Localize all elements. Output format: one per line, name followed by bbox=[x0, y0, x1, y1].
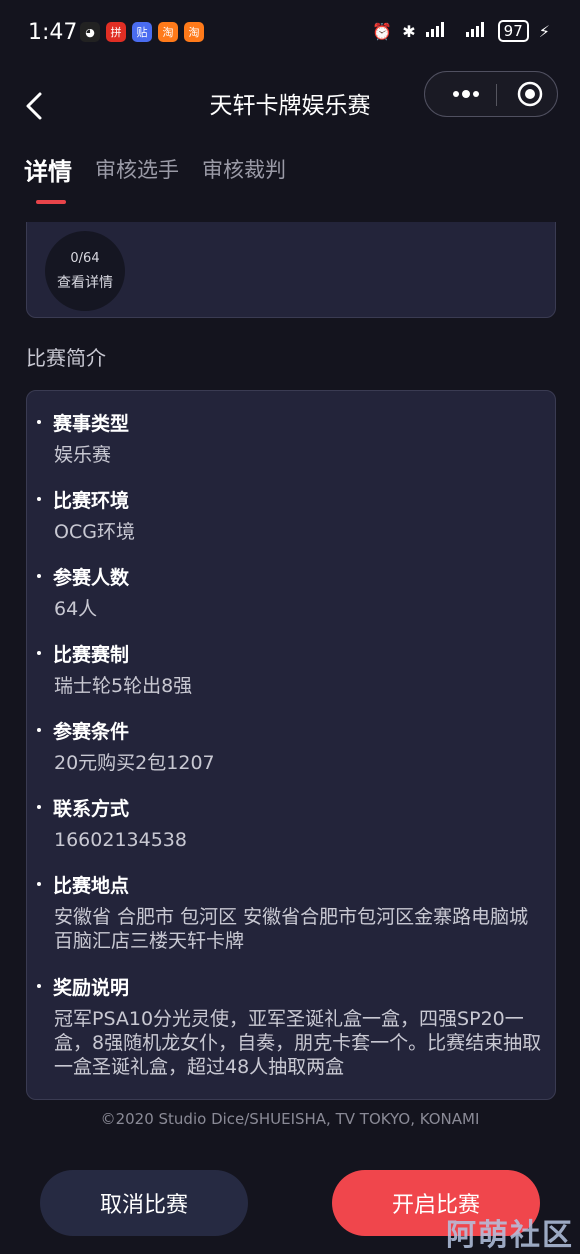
info-label: 比赛环境 bbox=[53, 489, 130, 512]
qq-icon: ◕ bbox=[80, 22, 100, 42]
more-icon bbox=[453, 90, 479, 98]
pdd-icon: 拼 bbox=[106, 22, 126, 42]
status-time: 1:47 bbox=[28, 20, 78, 45]
bullet-icon bbox=[37, 497, 41, 501]
info-value: 64人 bbox=[54, 598, 98, 620]
active-tab-indicator bbox=[36, 200, 66, 204]
bluetooth-icon: ✱ bbox=[402, 21, 416, 41]
signal-icon-2 bbox=[458, 21, 488, 41]
cancel-match-button[interactable]: 取消比赛 bbox=[40, 1170, 248, 1236]
tab-bar: 详情 审核选手 审核裁判 bbox=[0, 140, 580, 220]
info-item-event-type: 赛事类型 娱乐赛 bbox=[37, 409, 547, 467]
registration-progress[interactable]: 0/64 查看详情 bbox=[45, 231, 125, 311]
info-value: 冠军PSA10分光灵使，亚军圣诞礼盒一盒，四强SP20一盒，8强随机龙女仆，自奏… bbox=[54, 1008, 542, 1078]
capsule-divider bbox=[496, 84, 497, 106]
info-item-format: 比赛赛制 瑞士轮5轮出8强 bbox=[37, 640, 547, 698]
tab-review-players[interactable]: 审核选手 bbox=[95, 154, 179, 184]
bullet-icon bbox=[37, 805, 41, 809]
info-value: 瑞士轮5轮出8强 bbox=[54, 675, 193, 697]
info-label: 比赛赛制 bbox=[53, 643, 130, 666]
bullet-icon bbox=[37, 651, 41, 655]
intro-card: 赛事类型 娱乐赛 比赛环境 OCG环境 参赛人数 64人 比赛赛制 瑞士轮5轮出… bbox=[26, 390, 556, 1100]
bullet-icon bbox=[37, 420, 41, 424]
watermark-logo: 阿萌社区 bbox=[446, 1218, 574, 1253]
info-value: 20元购买2包1207 bbox=[54, 752, 215, 774]
intro-section-title: 比赛简介 bbox=[26, 346, 106, 370]
copyright-text: ©2020 Studio Dice/SHUEISHA, TV TOKYO, KO… bbox=[100, 1110, 480, 1128]
title-bar: 天轩卡牌娱乐赛 bbox=[0, 66, 580, 140]
bullet-icon bbox=[37, 728, 41, 732]
more-button[interactable] bbox=[441, 82, 491, 106]
tab-details[interactable]: 详情 bbox=[24, 152, 72, 187]
status-app-icons: ◕ 拼 贴 淘 淘 bbox=[80, 22, 204, 42]
info-item-rewards: 奖励说明 冠军PSA10分光灵使，亚军圣诞礼盒一盒，四强SP20一盒，8强随机龙… bbox=[37, 973, 547, 1079]
close-mini-program-button[interactable] bbox=[517, 81, 543, 107]
charging-icon: ⚡ bbox=[538, 21, 550, 41]
detail-scroll-area[interactable]: 0/64 查看详情 比赛简介 赛事类型 娱乐赛 比赛环境 OCG环境 参赛人数 … bbox=[0, 222, 580, 1152]
bullet-icon bbox=[37, 882, 41, 886]
info-label: 比赛地点 bbox=[53, 874, 130, 897]
info-label: 赛事类型 bbox=[53, 412, 130, 435]
tab-review-judges[interactable]: 审核裁判 bbox=[202, 154, 286, 184]
info-value: OCG环境 bbox=[54, 521, 135, 543]
registration-count: 0/64 bbox=[70, 250, 100, 266]
info-value: 娱乐赛 bbox=[54, 444, 112, 466]
alarm-icon: ⏰ bbox=[372, 21, 393, 41]
info-item-entry-condition: 参赛条件 20元购买2包1207 bbox=[37, 717, 547, 775]
status-indicators: ⏰ ✱ 97 ⚡ bbox=[372, 20, 550, 42]
contact-phone[interactable]: 16602134538 bbox=[54, 828, 547, 852]
taobao-icon: 淘 bbox=[184, 22, 204, 42]
bullet-icon bbox=[37, 984, 41, 988]
info-label: 奖励说明 bbox=[53, 976, 130, 999]
mini-program-capsule bbox=[424, 71, 558, 117]
bottom-action-bar: 取消比赛 开启比赛 阿萌社区 bbox=[0, 1152, 580, 1253]
registration-card: 0/64 查看详情 bbox=[26, 222, 556, 318]
taobao-icon: 淘 bbox=[158, 22, 178, 42]
bullet-icon bbox=[37, 574, 41, 578]
battery-icon: 97 bbox=[497, 20, 529, 42]
info-label: 参赛条件 bbox=[53, 720, 130, 743]
info-item-contact: 联系方式 16602134538 bbox=[37, 794, 547, 852]
info-value: 安徽省 合肥市 包河区 安徽省合肥市包河区金寨路电脑城百脑汇店三楼天轩卡牌 bbox=[54, 906, 529, 952]
info-item-environment: 比赛环境 OCG环境 bbox=[37, 486, 547, 544]
info-item-location: 比赛地点 安徽省 合肥市 包河区 安徽省合肥市包河区金寨路电脑城百脑汇店三楼天轩… bbox=[37, 871, 547, 953]
info-label: 联系方式 bbox=[53, 797, 130, 820]
info-item-player-count: 参赛人数 64人 bbox=[37, 563, 547, 621]
target-icon bbox=[517, 81, 543, 107]
view-details-link[interactable]: 查看详情 bbox=[57, 272, 113, 292]
tieba-icon: 贴 bbox=[132, 22, 152, 42]
signal-icon bbox=[425, 21, 448, 41]
status-bar: 1:47 ◕ 拼 贴 淘 淘 ⏰ ✱ 97 ⚡ bbox=[0, 0, 580, 66]
info-label: 参赛人数 bbox=[53, 566, 130, 589]
